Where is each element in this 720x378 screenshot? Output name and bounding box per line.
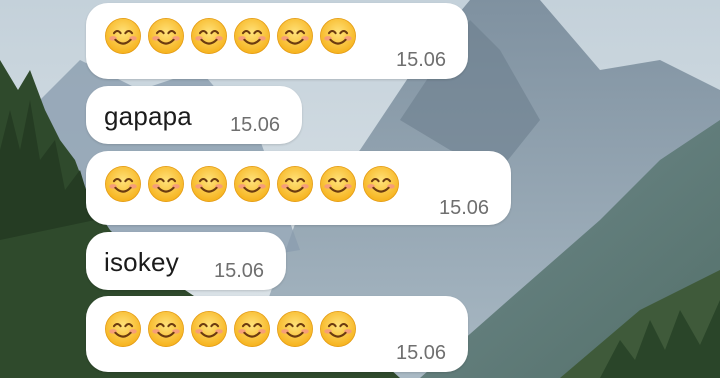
message-bubble[interactable]: 15.06: [86, 151, 511, 225]
smiling-face-emoji-icon: [319, 17, 357, 55]
smiling-face-emoji-icon: [147, 165, 185, 203]
message-bubble[interactable]: 15.06: [86, 296, 468, 372]
smiling-face-emoji-icon: [276, 17, 314, 55]
smiling-face-emoji-icon: [104, 310, 142, 348]
smiling-face-emoji-icon: [104, 17, 142, 55]
smiling-face-emoji-icon: [147, 17, 185, 55]
smiling-face-emoji-icon: [190, 165, 228, 203]
smiling-face-emoji-icon: [233, 17, 271, 55]
smiling-face-emoji-icon: [276, 310, 314, 348]
emoji-row: [104, 17, 357, 55]
smiling-face-emoji-icon: [319, 165, 357, 203]
message-text: isokey: [104, 247, 179, 277]
smiling-face-emoji-icon: [190, 310, 228, 348]
smiling-face-emoji-icon: [190, 17, 228, 55]
smiling-face-emoji-icon: [362, 165, 400, 203]
emoji-row: [104, 310, 357, 348]
smiling-face-emoji-icon: [233, 165, 271, 203]
message-timestamp: 15.06: [439, 197, 490, 219]
message-timestamp: 15.06: [214, 260, 265, 282]
message-bubble[interactable]: isokey 15.06: [86, 232, 286, 290]
message-bubble[interactable]: gapapa 15.06: [86, 86, 302, 144]
message-timestamp: 15.06: [396, 342, 447, 364]
message-timestamp: 15.06: [396, 49, 447, 71]
emoji-row: [104, 165, 400, 203]
message-timestamp: 15.06: [230, 114, 281, 136]
smiling-face-emoji-icon: [233, 310, 271, 348]
smiling-face-emoji-icon: [104, 165, 142, 203]
smiling-face-emoji-icon: [276, 165, 314, 203]
smiling-face-emoji-icon: [147, 310, 185, 348]
message-bubble[interactable]: 15.06: [86, 3, 468, 79]
message-text: gapapa: [104, 101, 192, 131]
smiling-face-emoji-icon: [319, 310, 357, 348]
